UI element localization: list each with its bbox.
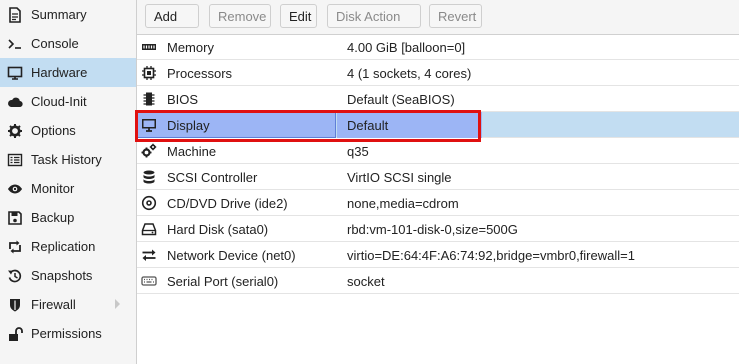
add-button[interactable]: Add: [145, 4, 199, 28]
hardware-row-cd-dvd-drive[interactable]: CD/DVD Drive (ide2) none,media=cdrom: [137, 190, 739, 216]
gear-icon: [6, 122, 24, 140]
sidebar-item-monitor[interactable]: Monitor: [0, 174, 136, 203]
hardware-row-name: Processors: [167, 66, 233, 81]
eye-icon: [6, 180, 24, 198]
hardware-row-processors[interactable]: Processors 4 (1 sockets, 4 cores): [137, 60, 739, 86]
database-icon: [140, 168, 158, 186]
hardware-row-name: Network Device (net0): [167, 248, 296, 263]
hardware-row-name: CD/DVD Drive (ide2): [167, 196, 288, 211]
cogs-icon: [140, 142, 158, 160]
hardware-row-value: 4.00 GiB [balloon=0]: [347, 40, 466, 55]
disk-action-button[interactable]: Disk Action: [327, 4, 421, 28]
hdd-icon: [140, 220, 158, 238]
sidebar-nav: Summary Console Hardware Cloud-Init Opti…: [0, 0, 137, 364]
hardware-row-bios[interactable]: BIOS Default (SeaBIOS): [137, 86, 739, 112]
remove-button-label: Remove: [218, 8, 267, 24]
sidebar-item-label: Task History: [31, 152, 102, 167]
memory-icon: [140, 38, 158, 56]
edit-button-label: Edit: [289, 8, 312, 24]
hardware-row-name: Hard Disk (sata0): [167, 222, 269, 237]
floppy-icon: [6, 209, 24, 227]
sidebar-item-summary[interactable]: Summary: [0, 0, 136, 29]
desktop-icon: [140, 116, 158, 134]
sidebar-item-cloud-init[interactable]: Cloud-Init: [0, 87, 136, 116]
hardware-row-memory[interactable]: Memory 4.00 GiB [balloon=0]: [137, 34, 739, 60]
sidebar-item-label: Hardware: [31, 65, 88, 80]
hardware-row-value: q35: [347, 144, 369, 159]
monitor-icon: [6, 64, 24, 82]
disk-action-button-label: Disk Action: [336, 8, 401, 24]
hardware-row-name: SCSI Controller: [167, 170, 258, 185]
console-icon: [6, 35, 24, 53]
microchip-icon: [140, 90, 158, 108]
cdrom-icon: [140, 194, 158, 212]
hardware-row-value: VirtIO SCSI single: [347, 170, 452, 185]
sidebar-item-permissions[interactable]: Permissions: [0, 319, 136, 348]
retweet-icon: [6, 238, 24, 256]
sidebar-item-label: Monitor: [31, 181, 75, 196]
revert-button-label: Revert: [438, 8, 477, 24]
sidebar-item-label: Options: [31, 123, 76, 138]
sidebar-item-label: Permissions: [31, 326, 102, 341]
hardware-row-name: Memory: [167, 40, 214, 55]
sidebar-item-label: Summary: [31, 7, 87, 22]
hardware-row-machine[interactable]: Machine q35: [137, 138, 739, 164]
remove-button[interactable]: Remove: [209, 4, 271, 28]
hardware-row-value: socket: [347, 274, 385, 289]
hardware-row-value: rbd:vm-101-disk-0,size=500G: [347, 222, 518, 237]
list-icon: [6, 151, 24, 169]
sidebar-item-replication[interactable]: Replication: [0, 232, 136, 261]
exchange-icon: [140, 246, 158, 264]
sidebar-item-label: Cloud-Init: [31, 94, 87, 109]
sidebar-item-label: Firewall: [31, 297, 76, 312]
hardware-row-name: BIOS: [167, 92, 199, 107]
summary-icon: [6, 6, 24, 24]
sidebar-item-hardware[interactable]: Hardware: [0, 58, 136, 87]
hardware-row-hard-disk[interactable]: Hard Disk (sata0) rbd:vm-101-disk-0,size…: [137, 216, 739, 242]
hardware-row-value: Default: [347, 118, 389, 133]
sidebar-item-console[interactable]: Console: [0, 29, 136, 58]
chevron-right-icon: [115, 299, 120, 309]
sidebar-item-snapshots[interactable]: Snapshots: [0, 261, 136, 290]
keyboard-icon: [140, 272, 158, 290]
edit-button[interactable]: Edit: [280, 4, 317, 28]
sidebar-item-label: Replication: [31, 239, 96, 254]
revert-button[interactable]: Revert: [429, 4, 482, 28]
sidebar-item-task-history[interactable]: Task History: [0, 145, 136, 174]
hardware-toolbar: Add Remove Edit Disk Action Revert: [137, 0, 739, 35]
hardware-row-value: Default (SeaBIOS): [347, 92, 455, 107]
cloud-icon: [6, 93, 24, 111]
hardware-row-value: 4 (1 sockets, 4 cores): [347, 66, 472, 81]
add-button-label: Add: [154, 8, 178, 24]
cpu-icon: [140, 64, 158, 82]
history-icon: [6, 267, 24, 285]
hardware-row-name: Display: [167, 118, 210, 133]
hardware-row-value: virtio=DE:64:4F:A6:74:92,bridge=vmbr0,fi…: [347, 248, 635, 263]
sidebar-item-label: Snapshots: [31, 268, 93, 283]
hardware-row-name: Serial Port (serial0): [167, 274, 279, 289]
sidebar-item-label: Backup: [31, 210, 75, 225]
hardware-row-name: Machine: [167, 144, 217, 159]
hardware-row-display[interactable]: Display Default: [137, 112, 739, 138]
sidebar-item-firewall[interactable]: Firewall: [0, 290, 136, 319]
hardware-row-network-device[interactable]: Network Device (net0) virtio=DE:64:4F:A6…: [137, 242, 739, 268]
hardware-row-scsi-controller[interactable]: SCSI Controller VirtIO SCSI single: [137, 164, 739, 190]
hardware-row-serial-port[interactable]: Serial Port (serial0) socket: [137, 268, 739, 294]
unlock-icon: [6, 325, 24, 343]
sidebar-item-label: Console: [31, 36, 79, 51]
sidebar-item-backup[interactable]: Backup: [0, 203, 136, 232]
sidebar-item-options[interactable]: Options: [0, 116, 136, 145]
hardware-row-value: none,media=cdrom: [347, 196, 459, 211]
shield-icon: [6, 296, 24, 314]
